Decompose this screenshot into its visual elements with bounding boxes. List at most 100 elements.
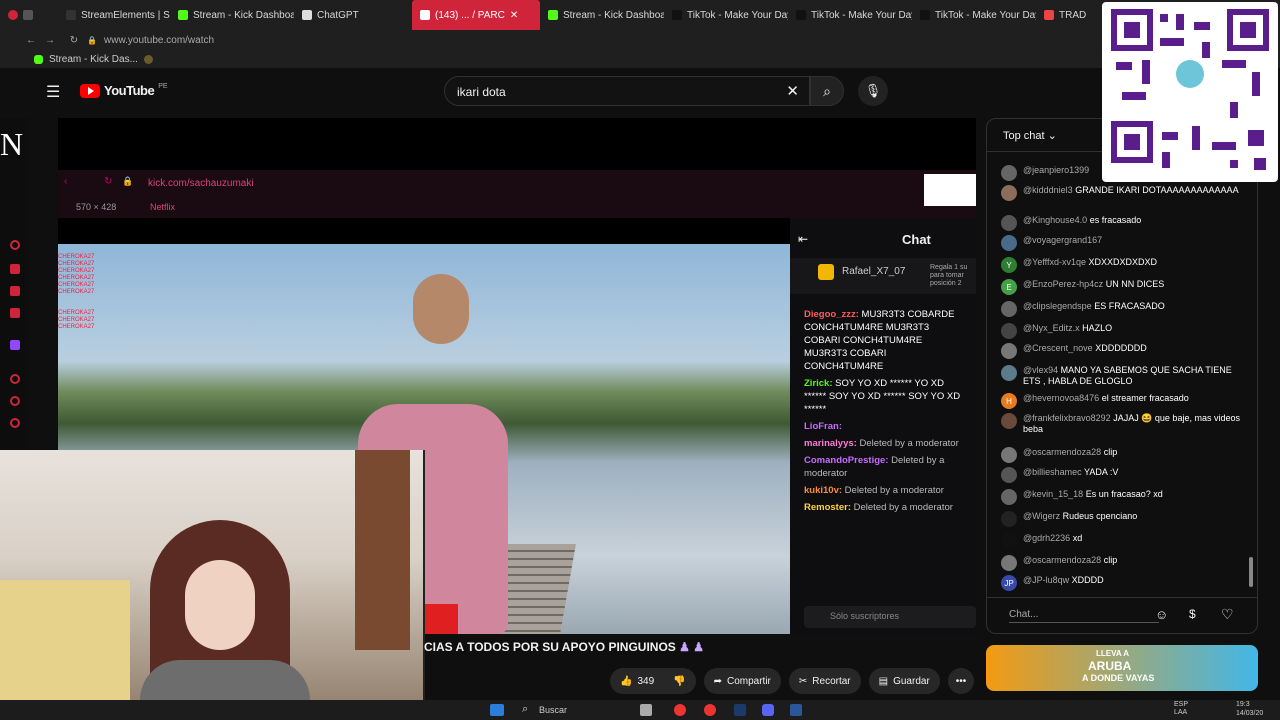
voice-search-button[interactable]: 🎙 (858, 76, 888, 106)
chat-username[interactable]: @oscarmendoza28 (1023, 447, 1101, 457)
avatar[interactable] (1001, 489, 1017, 505)
avatar[interactable] (1001, 555, 1017, 571)
avatar[interactable] (1001, 413, 1017, 429)
clock-date[interactable]: 14/03/20 (1236, 710, 1263, 717)
chat-collapse-icon[interactable]: ⇤ (798, 232, 808, 246)
sidebar-icon[interactable] (10, 240, 20, 250)
chat-scrollbar[interactable] (1249, 557, 1253, 587)
avatar[interactable] (1001, 365, 1017, 381)
avatar[interactable]: H (1001, 393, 1017, 409)
avatar[interactable] (1001, 343, 1017, 359)
kick-chat-username[interactable]: Diegoo_zzz: (804, 309, 859, 320)
steam-icon[interactable] (734, 704, 746, 716)
discord-icon[interactable] (762, 704, 774, 716)
kick-chat-username[interactable]: Zirick: (804, 378, 833, 389)
avatar[interactable] (1001, 533, 1017, 549)
browser-window-controls[interactable] (0, 0, 58, 30)
chat-username[interactable]: @clipslegendspe (1023, 301, 1092, 311)
more-actions-button[interactable]: ••• (947, 668, 975, 694)
bookmark-item[interactable]: Stream - Kick Das... (49, 54, 138, 65)
chat-username[interactable]: @hevernovoa8476 (1023, 393, 1099, 403)
avatar[interactable] (1001, 165, 1017, 181)
forward-icon[interactable]: → (36, 35, 64, 46)
sidebar-icon[interactable] (10, 418, 20, 428)
search-button[interactable]: ⌕ (810, 76, 844, 106)
chat-message[interactable]: @Crescent_nove XDDDDDDD (1001, 343, 1251, 359)
url-text[interactable]: www.youtube.com/watch (104, 35, 214, 46)
heart-icon[interactable]: ♡ (1221, 606, 1234, 623)
kick-chat-input[interactable]: Sólo suscriptores (804, 606, 976, 628)
sidebar-icon[interactable] (10, 374, 20, 384)
chat-username[interactable]: @Crescent_nove (1023, 343, 1093, 353)
kick-chat-username[interactable]: kuki10v: (804, 485, 842, 496)
chat-username[interactable]: @voyagergrand167 (1023, 235, 1102, 245)
kick-chat-username[interactable]: ComandoPrestige: (804, 455, 888, 466)
chat-username[interactable]: @vlex94 (1023, 365, 1058, 375)
reload-icon[interactable]: ↻ (64, 35, 84, 46)
avatar[interactable] (1001, 215, 1017, 231)
chat-username[interactable]: @Yefffxd-xv1qe (1023, 257, 1086, 267)
share-button[interactable]: ➦ Compartir (703, 668, 781, 694)
chat-username[interactable]: @Nyx_Editz.x (1023, 323, 1080, 333)
chat-message[interactable]: H @hevernovoa8476 el streamer fracasado (1001, 393, 1251, 409)
chat-message[interactable]: @Nyx_Editz.x HAZLO (1001, 323, 1251, 339)
opera-icon[interactable] (674, 704, 686, 716)
chat-message[interactable]: @oscarmendoza28 clip (1001, 555, 1251, 571)
youtube-logo[interactable]: YouTube PE (80, 83, 168, 98)
chat-message[interactable]: JP @JP-lu8qw XDDDD (1001, 575, 1251, 591)
avatar[interactable]: Y (1001, 257, 1017, 273)
chat-message[interactable]: @vlex94 MANO YA SABEMOS QUE SACHA TIENE … (1001, 365, 1251, 387)
language-indicator[interactable]: ESP LAA (1174, 701, 1194, 717)
top-chat-dropdown[interactable]: Top chat ⌄ (1003, 129, 1057, 142)
clock-time[interactable]: 19:3 (1236, 701, 1250, 708)
avatar[interactable] (1001, 447, 1017, 463)
like-button[interactable]: 👍 349 👎 (610, 668, 696, 694)
browser-tab[interactable]: (143) ... / PARC ✕ (412, 0, 540, 30)
menu-icon[interactable]: ☰ (46, 82, 60, 102)
sidebar-icon[interactable] (10, 286, 20, 296)
kick-chat-username[interactable]: LioFran: (804, 421, 842, 432)
chat-input[interactable]: Chat... (1009, 609, 1159, 623)
taskbar-search-label[interactable]: Buscar (539, 705, 567, 715)
avatar[interactable]: JP (1001, 575, 1017, 591)
kick-chat-username[interactable]: marinalyys: (804, 438, 857, 449)
browser-tab[interactable]: StreamElements | Subati (58, 0, 170, 30)
chat-username[interactable]: @JP-lu8qw (1023, 575, 1069, 585)
word-icon[interactable] (790, 704, 802, 716)
avatar[interactable] (1001, 235, 1017, 251)
avatar[interactable] (1001, 323, 1017, 339)
browser-tab[interactable]: Stream - Kick Dashboard (540, 0, 664, 30)
emoji-icon[interactable]: ☺ (1155, 607, 1168, 622)
chat-username[interactable]: @Wigerz (1023, 511, 1060, 521)
chat-message[interactable]: @gdrh2236 xd (1001, 533, 1251, 549)
chat-message[interactable]: @voyagergrand167 (1001, 235, 1251, 251)
chat-username[interactable]: @billieshamec (1023, 467, 1082, 477)
close-tab-icon[interactable]: ✕ (510, 10, 518, 21)
browser-tab[interactable]: Stream - Kick Dashboard (170, 0, 294, 30)
chat-message[interactable]: E @EnzoPerez-hp4cz UN NN DICES (1001, 279, 1251, 295)
clear-search-icon[interactable]: ✕ (786, 82, 799, 100)
search-input[interactable]: ikari dota ✕ (444, 76, 810, 106)
chat-message[interactable]: @clipslegendspe ES FRACASADO (1001, 301, 1251, 317)
save-button[interactable]: ▤ Guardar (868, 668, 940, 694)
chat-username[interactable]: @jeanpiero1399 (1023, 165, 1089, 175)
avatar[interactable] (1001, 511, 1017, 527)
chat-message[interactable]: @kevin_15_18 Es un fracasao? xd (1001, 489, 1251, 505)
opera-gx-icon[interactable] (704, 704, 716, 716)
browser-tab[interactable]: TikTok - Make Your Day (788, 0, 912, 30)
avatar[interactable] (1001, 185, 1017, 201)
search-icon[interactable]: ⌕ (522, 703, 528, 716)
ad-banner[interactable]: LLEVA A ARUBA A DONDE VAYAS (986, 645, 1258, 691)
browser-tab[interactable]: TikTok - Make Your Day (912, 0, 1036, 30)
windows-start-icon[interactable] (490, 704, 504, 716)
chat-message[interactable]: @oscarmendoza28 clip (1001, 447, 1251, 463)
chat-username[interactable]: @gdrh2236 (1023, 533, 1070, 543)
sidebar-icon[interactable] (10, 308, 20, 318)
tab-grid-icon[interactable] (23, 10, 33, 20)
browser-tab[interactable]: TRADU (1036, 0, 1086, 30)
chat-message[interactable]: @Kinghouse4.0 es fracasado (1001, 215, 1251, 231)
chat-username[interactable]: @EnzoPerez-hp4cz (1023, 279, 1103, 289)
chat-message[interactable]: @frankfelixbravo8292 JAJAJ 😆 que baje, m… (1001, 413, 1251, 435)
chat-username[interactable]: @kevin_15_18 (1023, 489, 1083, 499)
super-chat-icon[interactable]: $ (1189, 607, 1196, 621)
